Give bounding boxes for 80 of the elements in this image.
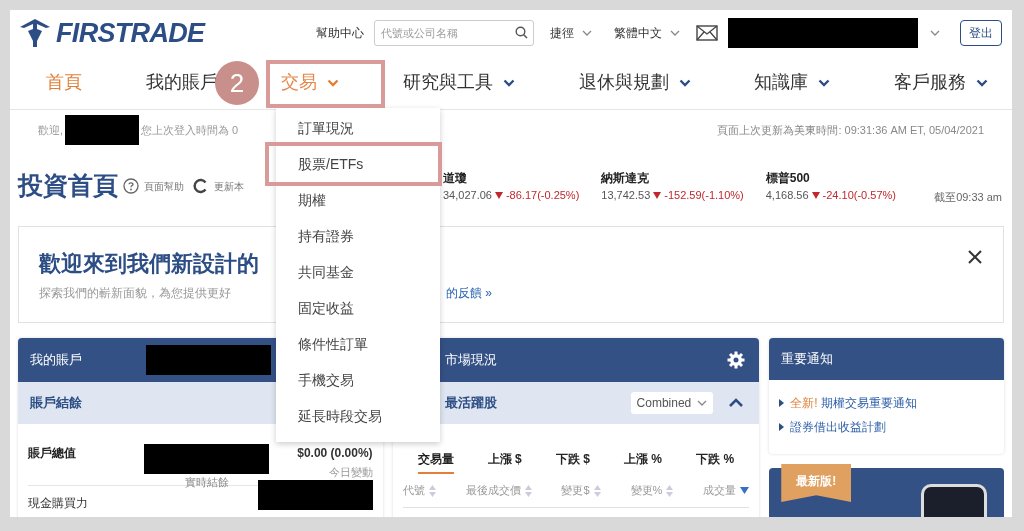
down-triangle-icon: [653, 191, 662, 199]
index-change: -86.17(-0.25%): [505, 187, 580, 203]
market-tab[interactable]: 交易量: [417, 450, 454, 474]
panel-title: 市場現況: [444, 351, 497, 370]
index-change: -152.59(-1.10%): [664, 187, 744, 203]
caret-icon: [818, 78, 831, 87]
dropdown-item[interactable]: 期權: [298, 182, 440, 218]
section-title: 賬戶結餘: [30, 394, 82, 413]
last-updated-text: 頁面上次更新為美東時間: 09:31:36 AM ET, 05/04/2021: [717, 122, 984, 138]
market-tab[interactable]: 下跌 %: [696, 450, 735, 474]
last-login-text: 您上次登入時間為 0: [141, 122, 239, 138]
caret-icon: [670, 29, 680, 37]
section-title: 最活躍股: [444, 394, 497, 413]
logo-icon: [20, 19, 50, 47]
nav-tab[interactable]: 退休與規劃: [578, 69, 691, 96]
market-tab[interactable]: 上漲 %: [624, 450, 663, 474]
logout-button[interactable]: 登出: [960, 20, 1002, 46]
index-value: 13,742.53: [601, 187, 651, 203]
bullet-icon: [779, 399, 785, 407]
caret-icon: [582, 29, 592, 37]
row-note: 今日變動: [328, 465, 373, 480]
index-value: 34,027.06: [443, 187, 492, 203]
menu-dropdown[interactable]: 繁體中文: [608, 24, 686, 42]
index-value: 4,168.56: [765, 187, 809, 203]
dropdown-item[interactable]: 訂單現況: [298, 110, 440, 146]
logo-wordmark[interactable]: FIRSTRADE: [56, 12, 205, 54]
dropdown-item[interactable]: 股票/ETFs: [298, 146, 440, 182]
welcome-text: 歡迎,: [38, 122, 64, 138]
help-center-link[interactable]: 幫助中心: [316, 24, 364, 42]
notice-link[interactable]: 全新! 期權交易重要通知: [790, 394, 917, 412]
index-name: 標普500: [765, 169, 811, 187]
help-icon: [123, 178, 139, 194]
nav-tab[interactable]: 客戶服務: [893, 69, 988, 96]
caret-icon[interactable]: [930, 29, 940, 37]
index-change: -24.10(-0.57%): [822, 187, 896, 203]
step-badge: 2: [215, 61, 259, 105]
dropdown-item[interactable]: 手機交易: [298, 362, 440, 398]
settings-icon: [727, 351, 745, 369]
market-tab[interactable]: 上漲 $: [487, 450, 522, 474]
dropdown-item[interactable]: 共同基金: [298, 254, 440, 290]
page-title: 投資首頁: [18, 170, 118, 202]
caret-icon: [697, 399, 708, 407]
search-icon: [515, 26, 528, 39]
market-select[interactable]: Combined: [630, 392, 714, 414]
mail-icon[interactable]: [696, 25, 718, 41]
refresh-icon: [193, 178, 207, 194]
banner-text: 探索我們的嶄新面貌，為您提供更好: [39, 285, 232, 302]
index-name: 道瓊: [443, 169, 468, 187]
row-value: $0.00 (0.00%): [297, 445, 373, 462]
promo-ribbon: 最新版!: [781, 464, 852, 502]
notice-link[interactable]: 證券借出收益計劃: [790, 418, 887, 436]
market-tab[interactable]: 下跌 $: [555, 450, 590, 474]
feedback-link[interactable]: 的反饋 »: [446, 284, 492, 302]
dropdown-item[interactable]: 延長時段交易: [298, 398, 440, 434]
dropdown-item[interactable]: 條件性訂單: [298, 326, 440, 362]
down-triangle-icon: [811, 191, 820, 199]
banner-title: 歡迎來到我們新設計的: [39, 250, 260, 278]
menu-dropdown[interactable]: 捷徑: [544, 24, 598, 42]
panel-title: 我的賬戶: [30, 351, 83, 370]
bullet-icon: [779, 423, 785, 431]
page-help-link[interactable]: 頁面幫助: [144, 178, 184, 194]
caret-icon: [975, 78, 988, 87]
caret-icon: [502, 78, 515, 87]
refresh-link[interactable]: 更新本: [214, 178, 244, 194]
row-label: 賬戶總值: [28, 445, 77, 462]
collapse-icon: [729, 398, 744, 407]
index-name: 納斯達克: [601, 169, 651, 187]
caret-icon: [678, 78, 691, 87]
caret-icon: [327, 78, 340, 87]
nav-tab[interactable]: 研究與工具: [402, 69, 515, 96]
panel-title: 重要通知: [781, 350, 834, 369]
row-sublabel: 實時結餘: [184, 475, 229, 490]
dropdown-item[interactable]: 固定收益: [298, 290, 440, 326]
close-icon: [968, 250, 982, 264]
search-field[interactable]: 代號或公司名稱: [374, 20, 534, 46]
quote-time-text: 截至09:33 am: [934, 189, 1002, 205]
dropdown-item[interactable]: 持有證券: [298, 218, 440, 254]
row-label: 現金購買力: [28, 495, 89, 512]
down-triangle-icon: [494, 191, 503, 199]
nav-tab[interactable]: 知識庫: [754, 69, 831, 96]
